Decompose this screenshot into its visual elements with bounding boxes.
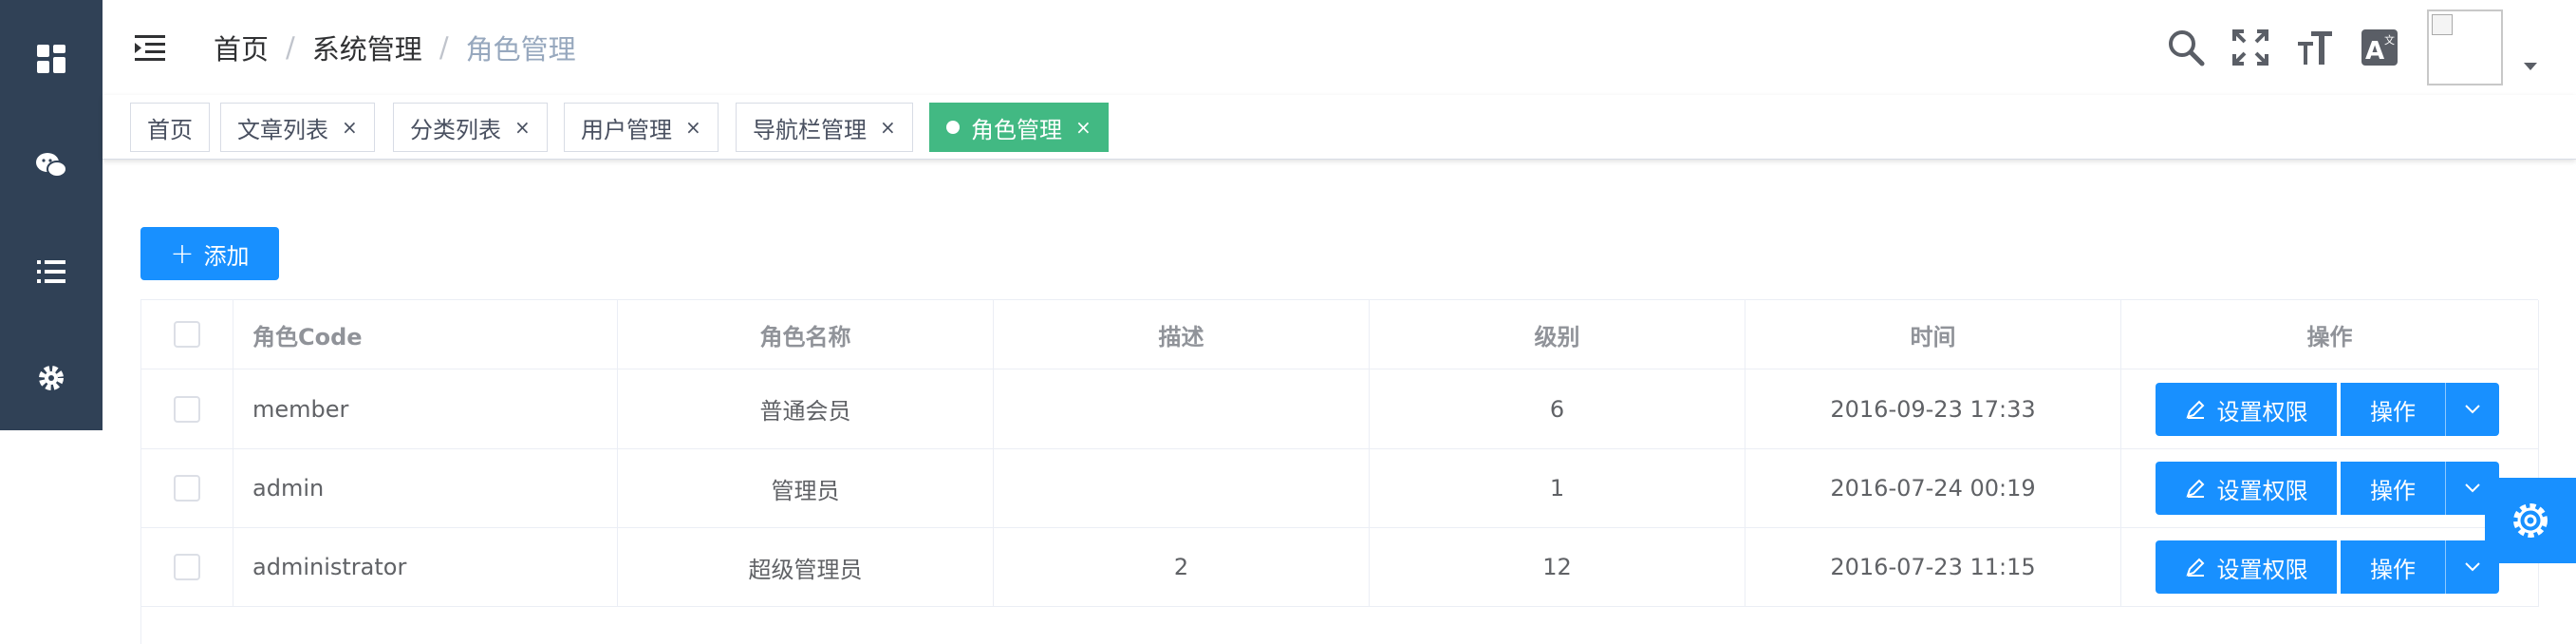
column-header[interactable]: 级别 bbox=[1370, 300, 1745, 369]
row-checkbox[interactable] bbox=[174, 475, 200, 502]
chevron-down-icon bbox=[2465, 405, 2480, 414]
breadcrumb: 首页 / 系统管理 / 角色管理 bbox=[214, 0, 576, 95]
breadcrumb-separator: / bbox=[439, 31, 449, 64]
hamburger-icon[interactable] bbox=[133, 30, 167, 65]
cell-name: 普通会员 bbox=[618, 369, 994, 448]
set-permission-label: 设置权限 bbox=[2216, 398, 2308, 426]
tag-role-management[interactable]: 角色管理 × bbox=[929, 103, 1109, 152]
dashboard-icon bbox=[37, 45, 65, 73]
row-select-cell bbox=[141, 449, 233, 527]
cell-desc bbox=[994, 449, 1370, 527]
sidebar-item-dashboard[interactable] bbox=[0, 6, 103, 112]
breadcrumb-system[interactable]: 系统管理 bbox=[312, 28, 422, 67]
edit-icon bbox=[2185, 479, 2204, 498]
sidebar bbox=[0, 0, 103, 430]
row-select-cell bbox=[141, 528, 233, 606]
row-checkbox[interactable] bbox=[174, 554, 200, 580]
sidebar-item-list[interactable] bbox=[0, 218, 103, 325]
select-all-checkbox[interactable] bbox=[174, 321, 200, 348]
operate-dropdown-button[interactable] bbox=[2445, 383, 2499, 436]
cell-code: admin bbox=[233, 449, 618, 527]
column-header[interactable]: 时间 bbox=[1745, 300, 2121, 369]
set-permission-button[interactable]: 设置权限 bbox=[2156, 462, 2337, 515]
operate-button[interactable]: 操作 bbox=[2341, 462, 2445, 515]
avatar[interactable] bbox=[2427, 9, 2503, 85]
set-permission-label: 设置权限 bbox=[2216, 477, 2308, 504]
cell-level: 6 bbox=[1370, 369, 1745, 448]
tag-category-list[interactable]: 分类列表 × bbox=[393, 103, 548, 152]
breadcrumb-separator: / bbox=[286, 31, 295, 64]
tag-label: 分类列表 bbox=[410, 116, 501, 143]
add-button[interactable]: + 添加 bbox=[140, 227, 279, 280]
cell-desc bbox=[994, 369, 1370, 448]
cell-level: 1 bbox=[1370, 449, 1745, 527]
close-icon[interactable]: × bbox=[1075, 116, 1092, 139]
caret-down-icon[interactable] bbox=[2522, 61, 2539, 72]
svg-text:文: 文 bbox=[2384, 33, 2395, 47]
chevron-down-icon bbox=[2465, 483, 2480, 493]
row-checkbox[interactable] bbox=[174, 395, 200, 423]
tags-view: 首页 文章列表 × 分类列表 × 用户管理 × 导航栏管理 × 角色管理 × bbox=[103, 95, 2576, 160]
close-icon[interactable]: × bbox=[880, 116, 896, 139]
close-icon[interactable]: × bbox=[685, 116, 701, 139]
language-icon[interactable]: A 文 bbox=[2361, 28, 2399, 66]
add-button-label: 添加 bbox=[203, 242, 250, 270]
cell-desc: 2 bbox=[994, 528, 1370, 606]
tag-label: 用户管理 bbox=[581, 116, 672, 143]
tag-nav-management[interactable]: 导航栏管理 × bbox=[736, 103, 913, 152]
plus-icon: + bbox=[170, 237, 195, 271]
cell-code: member bbox=[233, 369, 618, 448]
close-icon[interactable]: × bbox=[342, 116, 358, 139]
operate-label: 操作 bbox=[2370, 556, 2416, 583]
tag-article-list[interactable]: 文章列表 × bbox=[220, 103, 375, 152]
column-header: 操作 bbox=[2121, 300, 2539, 369]
cell-code: administrator bbox=[233, 528, 618, 606]
operate-button[interactable]: 操作 bbox=[2341, 383, 2445, 436]
tag-home[interactable]: 首页 bbox=[130, 103, 210, 152]
cell-level: 12 bbox=[1370, 528, 1745, 606]
svg-text:A: A bbox=[2365, 37, 2384, 66]
column-header[interactable]: 角色Code bbox=[233, 300, 618, 369]
tag-label: 文章列表 bbox=[237, 116, 328, 143]
tag-user-management[interactable]: 用户管理 × bbox=[564, 103, 719, 152]
tag-label: 角色管理 bbox=[971, 116, 1062, 143]
row-select-cell bbox=[141, 369, 233, 448]
settings-icon bbox=[39, 366, 64, 390]
broken-image-icon bbox=[2432, 14, 2453, 35]
fullscreen-icon[interactable] bbox=[2231, 28, 2269, 66]
wechat-icon bbox=[36, 153, 67, 178]
sidebar-item-settings[interactable] bbox=[0, 325, 103, 431]
cell-time: 2016-07-23 11:15 bbox=[1745, 528, 2121, 606]
tag-label: 首页 bbox=[147, 116, 193, 143]
set-permission-button[interactable]: 设置权限 bbox=[2156, 540, 2337, 594]
table-header: 角色Code 角色名称 描述 级别 时间 操作 bbox=[141, 300, 2539, 369]
gear-icon bbox=[2513, 503, 2548, 538]
cell-name: 管理员 bbox=[618, 449, 994, 527]
set-permission-button[interactable]: 设置权限 bbox=[2156, 383, 2337, 436]
set-permission-label: 设置权限 bbox=[2216, 556, 2308, 583]
column-header[interactable]: 描述 bbox=[994, 300, 1370, 369]
close-icon[interactable]: × bbox=[514, 116, 531, 139]
settings-panel-button[interactable] bbox=[2485, 478, 2576, 563]
edit-icon bbox=[2185, 558, 2204, 577]
cell-time: 2016-07-24 00:19 bbox=[1745, 449, 2121, 527]
font-size-icon[interactable] bbox=[2296, 28, 2334, 66]
search-icon[interactable] bbox=[2167, 28, 2205, 66]
select-all-cell bbox=[141, 300, 233, 369]
operate-label: 操作 bbox=[2370, 398, 2416, 426]
edit-icon bbox=[2185, 400, 2204, 419]
cell-time: 2016-09-23 17:33 bbox=[1745, 369, 2121, 448]
operate-button[interactable]: 操作 bbox=[2341, 540, 2445, 594]
cell-name: 超级管理员 bbox=[618, 528, 994, 606]
chevron-down-icon bbox=[2465, 562, 2480, 572]
operate-label: 操作 bbox=[2370, 477, 2416, 504]
tag-label: 导航栏管理 bbox=[753, 116, 867, 143]
breadcrumb-home[interactable]: 首页 bbox=[214, 28, 269, 67]
sidebar-item-wechat[interactable] bbox=[0, 112, 103, 218]
active-dot bbox=[946, 121, 960, 134]
navbar: 首页 / 系统管理 / 角色管理 bbox=[103, 0, 2576, 95]
breadcrumb-current: 角色管理 bbox=[465, 33, 576, 66]
column-header[interactable]: 角色名称 bbox=[618, 300, 994, 369]
list-icon bbox=[37, 260, 65, 283]
